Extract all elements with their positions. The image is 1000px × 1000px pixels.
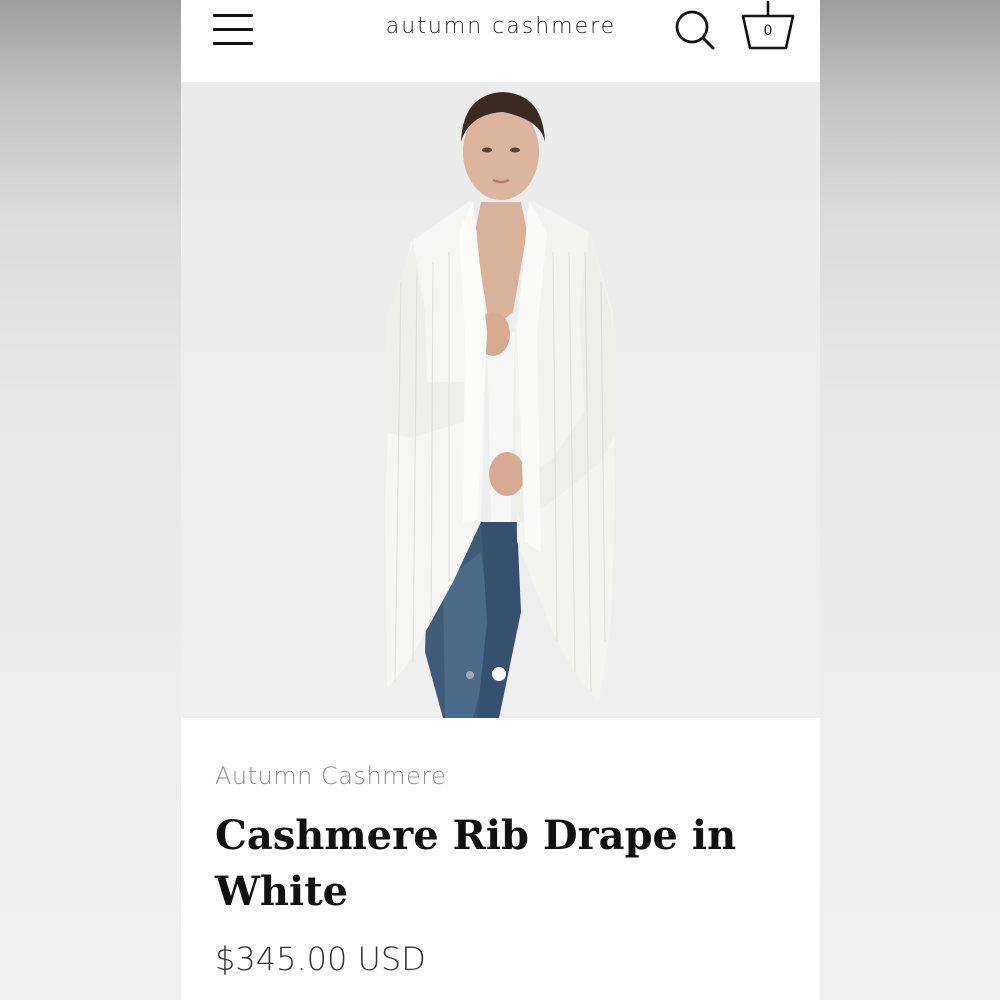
menu-bar xyxy=(213,14,253,17)
search-button[interactable] xyxy=(673,8,717,52)
carousel-dot-1[interactable] xyxy=(466,671,474,679)
mobile-page: autumn cashmere 0 Autumn Cashmere Cashme… xyxy=(181,0,820,1000)
carousel-dot-2-active[interactable] xyxy=(492,667,506,681)
product-image-gallery[interactable] xyxy=(181,82,820,718)
search-icon xyxy=(675,10,715,50)
menu-bar xyxy=(213,42,253,45)
product-title: Cashmere Rib Drape in White xyxy=(215,812,737,915)
menu-bar xyxy=(213,28,253,31)
cart-button[interactable]: 0 xyxy=(739,0,797,58)
menu-button[interactable] xyxy=(213,12,253,50)
product-price: $345.00 USD xyxy=(215,940,426,978)
site-header: autumn cashmere 0 xyxy=(181,0,820,82)
cart-count-badge: 0 xyxy=(763,23,773,39)
product-vendor[interactable]: Autumn Cashmere xyxy=(215,762,446,790)
site-logo[interactable]: autumn cashmere xyxy=(371,14,631,39)
product-image xyxy=(385,92,621,718)
